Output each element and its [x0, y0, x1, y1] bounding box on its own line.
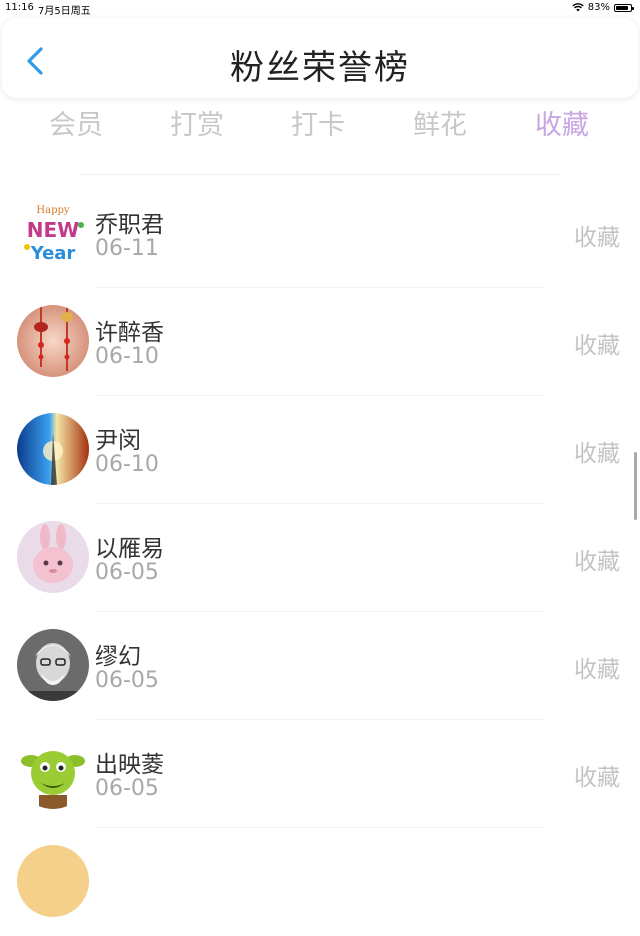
list-item[interactable] [0, 828, 640, 936]
item-type-label: 收藏 [574, 441, 620, 467]
tab-bar: 会员 打赏 打卡 鲜花 收藏 [0, 106, 640, 150]
svg-text:Year: Year [30, 243, 76, 264]
lanterns-avatar [17, 305, 89, 377]
item-type-label: 收藏 [574, 765, 620, 791]
user-name: 许醉香 [95, 320, 164, 346]
list-item[interactable]: 出映菱 06-05 收藏 [0, 720, 640, 828]
svg-text:Happy: Happy [36, 205, 69, 216]
list-item[interactable]: 许醉香 06-10 收藏 [0, 288, 640, 396]
user-name: 尹闵 [95, 428, 141, 454]
battery-level [616, 5, 628, 10]
new-year-avatar: Happy NEW Year [17, 197, 89, 269]
status-indicators: 83% [572, 2, 634, 13]
green-monster-avatar [17, 737, 89, 809]
tab-checkin[interactable]: 打卡 [263, 106, 373, 146]
list-item[interactable]: 缪幻 06-05 收藏 [0, 612, 640, 720]
fan-list: Happy NEW Year 乔职君 06-11 收藏 许醉香 06-10 收藏… [0, 180, 640, 936]
old-man-photo-avatar [17, 629, 89, 701]
list-item[interactable]: Happy NEW Year 乔职君 06-11 收藏 [0, 180, 640, 288]
user-name: 缪幻 [95, 644, 141, 670]
item-type-label: 收藏 [574, 549, 620, 575]
user-name: 出映菱 [95, 752, 164, 778]
tab-member[interactable]: 会员 [21, 106, 131, 146]
tab-tip[interactable]: 打赏 [142, 106, 252, 146]
divider [80, 174, 560, 175]
list-item[interactable]: 尹闵 06-10 收藏 [0, 396, 640, 504]
user-name: 乔职君 [95, 212, 164, 238]
user-name: 以雁易 [95, 536, 164, 562]
user-date: 06-05 [95, 560, 159, 585]
partial-avatar [17, 845, 89, 917]
status-date: 7月5日周五 [38, 6, 91, 17]
status-bar: 11:16 7月5日周五 83% [0, 0, 640, 17]
list-item[interactable]: 以雁易 06-05 收藏 [0, 504, 640, 612]
status-time: 11:16 [5, 2, 34, 13]
user-date: 06-05 [95, 668, 159, 693]
user-date: 06-10 [95, 452, 159, 477]
pink-bunny-avatar [17, 521, 89, 593]
tab-flowers[interactable]: 鲜花 [385, 106, 495, 146]
item-type-label: 收藏 [574, 333, 620, 359]
battery-icon [614, 3, 634, 12]
item-type-label: 收藏 [574, 657, 620, 683]
user-date: 06-05 [95, 776, 159, 801]
page-title: 粉丝荣誉榜 [230, 48, 410, 88]
user-date: 06-11 [95, 236, 159, 261]
fire-ice-avatar [17, 413, 89, 485]
svg-text:NEW: NEW [27, 218, 79, 242]
nav-header: 粉丝荣誉榜 [2, 18, 638, 98]
wifi-icon [572, 3, 584, 12]
item-type-label: 收藏 [574, 225, 620, 251]
user-date: 06-10 [95, 344, 159, 369]
battery-percent: 83% [587, 2, 610, 13]
scrollbar[interactable] [634, 452, 637, 520]
tab-favorites[interactable]: 收藏 [507, 106, 617, 146]
